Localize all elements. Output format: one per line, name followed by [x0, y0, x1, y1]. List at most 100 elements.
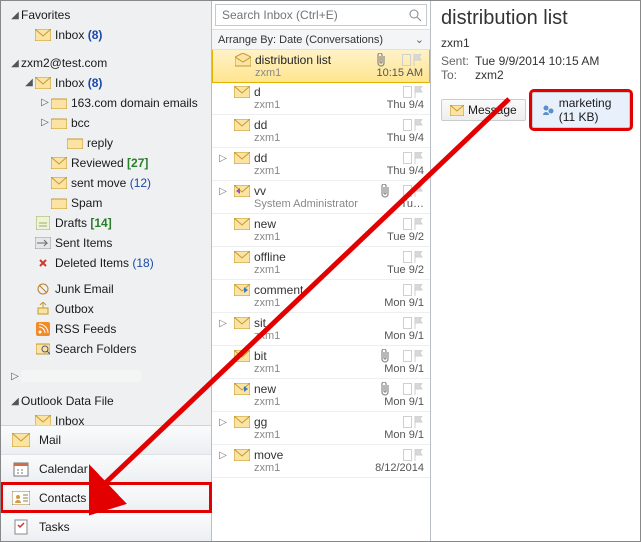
message-item[interactable]: ▷ggzxm1Mon 9/1	[212, 412, 430, 445]
folder-tree: ◢Favorites Inbox (8) ◢zxm2@test.com ◢Inb…	[1, 1, 211, 425]
folder-junk[interactable]: Junk Email	[7, 279, 209, 299]
envelope-icon	[234, 449, 250, 461]
nav-calendar[interactable]: Calendar	[1, 454, 211, 483]
message-markers	[394, 185, 424, 197]
message-from: System Administrator	[254, 198, 377, 210]
expand-icon[interactable]: ⌄	[415, 33, 424, 46]
message-item[interactable]: ddzxm1Thu 9/4	[212, 115, 430, 148]
message-from: zxm1	[254, 99, 383, 111]
odf-inbox[interactable]: Inbox	[7, 411, 209, 425]
message-tab[interactable]: Message	[441, 99, 526, 121]
navigation-pane: ◢Favorites Inbox (8) ◢zxm2@test.com ◢Inb…	[1, 1, 212, 541]
message-subject: vv	[254, 184, 377, 198]
label: Outbox	[55, 301, 94, 317]
message-item[interactable]: dzxm1Thu 9/4	[212, 82, 430, 115]
message-date: Tu…	[381, 198, 424, 210]
arrange-by-header[interactable]: Arrange By: Date (Conversations) ⌄	[212, 29, 430, 50]
folder-search[interactable]: Search Folders	[7, 339, 209, 359]
message-item[interactable]: bitzxm1Mon 9/1	[212, 346, 430, 379]
folder-deleted[interactable]: Deleted Items (18)	[7, 253, 209, 273]
envelope-icon	[234, 119, 250, 131]
label: Deleted Items	[55, 255, 129, 271]
folder-reviewed[interactable]: Reviewed [27]	[7, 153, 209, 173]
folder-icon	[67, 135, 83, 151]
label: Inbox	[55, 75, 84, 91]
message-item[interactable]: offlinezxm1Tue 9/2	[212, 247, 430, 280]
mail-folder-icon	[51, 175, 67, 191]
folder-rss[interactable]: RSS Feeds	[7, 319, 209, 339]
label: Reviewed	[71, 155, 124, 171]
message-subject: new	[254, 382, 377, 396]
nav-tasks[interactable]: Tasks	[1, 512, 211, 541]
folder-outbox[interactable]: Outbox	[7, 299, 209, 319]
folder-inbox[interactable]: ◢Inbox (8)	[7, 73, 209, 93]
folder-sent[interactable]: Sent Items	[7, 233, 209, 253]
envelope-icon	[235, 53, 251, 67]
message-tab-icon	[450, 105, 464, 116]
favorites-label: Favorites	[21, 8, 70, 22]
message-attach	[381, 382, 390, 396]
message-item[interactable]: ▷sitzxm1Mon 9/1	[212, 313, 430, 346]
folder-spam[interactable]: Spam	[7, 193, 209, 213]
message-date: Tue 9/2	[387, 231, 424, 243]
folder-drafts[interactable]: Drafts [14]	[7, 213, 209, 233]
search-icon[interactable]	[408, 8, 422, 22]
message-item[interactable]: ▷ddzxm1Thu 9/4	[212, 148, 430, 181]
expand-toggle[interactable]: ▷	[216, 153, 230, 164]
message-item[interactable]: ▷ vvSystem Administrator Tu…	[212, 181, 430, 214]
account-header[interactable]: ◢zxm2@test.com	[7, 53, 209, 73]
nav-mail[interactable]: Mail	[1, 426, 211, 454]
message-subject: sit	[254, 316, 380, 330]
label: Message	[468, 103, 517, 117]
expand-toggle[interactable]: ▷	[216, 186, 230, 197]
attachment-tab[interactable]: marketing (11 KB)	[532, 92, 630, 128]
label: Sent Items	[55, 235, 112, 251]
label: Tasks	[39, 520, 70, 534]
count: (12)	[130, 175, 151, 191]
label: Calendar	[39, 462, 88, 476]
message-subject: new	[254, 217, 383, 231]
message-from: zxm1	[254, 231, 383, 243]
message-date: Mon 9/1	[384, 330, 424, 342]
favorites-header[interactable]: ◢Favorites	[7, 5, 209, 25]
folder-sentmove[interactable]: sent move (12)	[7, 173, 209, 193]
count: [14]	[90, 215, 111, 231]
label: marketing (11 KB)	[559, 96, 621, 124]
message-item[interactable]: newzxm1 Tue 9/2	[212, 214, 430, 247]
message-attach	[381, 349, 390, 363]
expand-toggle[interactable]: ▷	[216, 318, 230, 329]
calendar-icon	[11, 461, 31, 477]
label: sent move	[71, 175, 126, 191]
message-from: zxm1	[254, 429, 380, 441]
message-date: Thu 9/4	[387, 99, 424, 111]
message-item[interactable]: newzxm1Mon 9/1	[212, 379, 430, 412]
message-from: zxm1	[254, 264, 383, 276]
favorites-inbox[interactable]: Inbox (8)	[7, 25, 209, 45]
message-item[interactable]: commentzxm1Mon 9/1	[212, 280, 430, 313]
label: RSS Feeds	[55, 321, 116, 337]
account-name: zxm2@test.com	[21, 56, 107, 70]
folder-reply[interactable]: reply	[7, 133, 209, 153]
search-box[interactable]	[215, 4, 427, 26]
outlook-data-file-header[interactable]: ◢Outlook Data File	[7, 391, 209, 411]
reading-pane: distribution list zxm1 Sent:Tue 9/9/2014…	[431, 1, 640, 541]
message-markers	[394, 86, 424, 98]
sent-icon	[35, 235, 51, 251]
message-date: 8/12/2014	[375, 462, 424, 474]
message-item[interactable]: distribution listzxm110:15 AM	[212, 50, 430, 83]
envelope-icon	[234, 317, 250, 329]
message-from: zxm1	[254, 297, 380, 309]
folder-icon	[51, 115, 67, 131]
account-2-header[interactable]: ▷	[7, 367, 209, 385]
message-list[interactable]: distribution listzxm110:15 AMdzxm1Thu 9/…	[212, 50, 430, 541]
nav-contacts[interactable]: Contacts	[1, 483, 211, 512]
message-subject: gg	[254, 415, 380, 429]
expand-toggle[interactable]: ▷	[216, 417, 230, 428]
count: (18)	[132, 255, 153, 271]
message-item[interactable]: ▷movezxm18/12/2014	[212, 445, 430, 478]
search-input[interactable]	[220, 7, 408, 23]
message-from: zxm1	[254, 462, 371, 474]
folder-bcc[interactable]: ▷bcc	[7, 113, 209, 133]
expand-toggle[interactable]: ▷	[216, 450, 230, 461]
folder-163[interactable]: ▷163.com domain emails	[7, 93, 209, 113]
